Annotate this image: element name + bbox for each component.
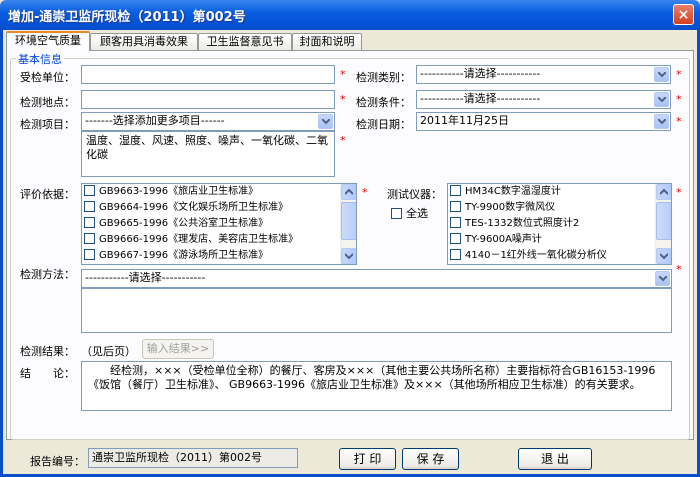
method-select[interactable]: -----------请选择----------- xyxy=(81,269,672,288)
report-no-field: 通崇卫监所现检（2011）第002号 xyxy=(88,448,298,468)
checkbox[interactable] xyxy=(84,200,95,212)
list-item[interactable]: GB9663-1996《旅店业卫生标准》 xyxy=(84,184,258,200)
checkbox[interactable] xyxy=(84,232,95,244)
tab-cover-notes[interactable]: 封面和说明 xyxy=(292,33,362,50)
test-condition-label: 检测条件： xyxy=(356,96,411,109)
tab-utensil-disinfection[interactable]: 顾客用具消毒效果 xyxy=(90,33,198,50)
test-location-input[interactable] xyxy=(81,90,335,109)
list-item[interactable]: TY-9600A噪声计 xyxy=(450,232,542,248)
result-note: （见后页） xyxy=(81,345,136,358)
print-button[interactable]: 打 印 xyxy=(339,448,396,470)
conclusion-textarea[interactable]: 经检测，×××（受检单位全称）的餐厅、客房及×××（其他主要公共场所名称）主要指… xyxy=(81,361,672,411)
select-all-label: 全选 xyxy=(406,207,428,220)
required-mark: * xyxy=(340,68,346,81)
test-condition-value: -----------请选择----------- xyxy=(420,92,541,105)
method-textarea[interactable] xyxy=(81,288,672,333)
checkbox[interactable] xyxy=(84,216,95,228)
inspected-unit-input[interactable] xyxy=(81,65,335,84)
save-button[interactable]: 保 存 xyxy=(402,448,459,470)
scroll-thumb[interactable] xyxy=(656,202,671,240)
group-label: 基本信息 xyxy=(16,51,64,67)
checkbox[interactable] xyxy=(84,184,95,196)
list-item[interactable]: GB9665-1996《公共浴室卫生标准》 xyxy=(84,216,268,232)
tab-air-quality[interactable]: 环境空气质量 xyxy=(6,31,90,51)
checkbox[interactable] xyxy=(450,184,461,196)
exit-button[interactable]: 退 出 xyxy=(518,448,592,470)
chevron-down-icon[interactable] xyxy=(654,114,669,129)
chevron-down-icon[interactable] xyxy=(318,114,333,129)
window-title: 增加-通崇卫监所现检（2011）第002号 xyxy=(8,10,246,25)
criteria-scrollbar[interactable] xyxy=(340,184,356,264)
list-item[interactable]: GB9667-1996《游泳场所卫生标准》 xyxy=(84,248,268,264)
test-condition-select[interactable]: -----------请选择----------- xyxy=(416,90,671,109)
checkbox[interactable] xyxy=(450,200,461,212)
chevron-down-icon[interactable] xyxy=(655,271,670,286)
test-items-select-value: -------选择添加更多项目------ xyxy=(85,114,225,127)
test-category-select[interactable]: -----------请选择----------- xyxy=(416,65,671,84)
required-mark: * xyxy=(362,186,368,199)
test-items-select[interactable]: -------选择添加更多项目------ xyxy=(81,112,335,131)
test-category-value: -----------请选择----------- xyxy=(420,67,541,80)
arrow-up-icon[interactable] xyxy=(656,184,671,200)
chevron-down-icon[interactable] xyxy=(654,67,669,82)
test-items-label: 检测项目： xyxy=(20,118,75,131)
close-button[interactable]: × xyxy=(673,4,694,25)
test-date-picker[interactable]: 2011年11月25日 xyxy=(416,112,671,131)
criteria-label: 评价依据： xyxy=(20,188,75,201)
title-bar: 增加-通崇卫监所现检（2011）第002号 × xyxy=(0,0,700,30)
tab-supervision-opinion[interactable]: 卫生监督意见书 xyxy=(198,33,292,50)
input-result-button[interactable]: 输入结果>> xyxy=(142,339,214,359)
list-item[interactable]: GB9664-1996《文化娱乐场所卫生标准》 xyxy=(84,200,288,216)
test-date-label: 检测日期： xyxy=(356,118,411,131)
required-mark: * xyxy=(676,68,682,81)
list-item[interactable]: HM34C数字温湿度计 xyxy=(450,184,561,200)
scroll-thumb[interactable] xyxy=(341,202,356,240)
checkbox[interactable] xyxy=(391,207,402,219)
chevron-down-icon[interactable] xyxy=(654,92,669,107)
conclusion-label: 结 论： xyxy=(20,367,75,380)
test-date-value: 2011年11月25日 xyxy=(420,114,509,127)
inspected-unit-label: 受检单位： xyxy=(20,71,75,84)
test-location-label: 检测地点： xyxy=(20,96,75,109)
arrow-down-icon[interactable] xyxy=(656,248,671,264)
list-item[interactable]: TY-9900数字微风仪 xyxy=(450,200,555,216)
arrow-up-icon[interactable] xyxy=(341,184,356,200)
checkbox[interactable] xyxy=(450,248,461,260)
checkbox[interactable] xyxy=(84,248,95,260)
criteria-checklist: GB9663-1996《旅店业卫生标准》 GB9664-1996《文化娱乐场所卫… xyxy=(81,183,357,265)
required-mark: * xyxy=(676,115,682,128)
report-no-label: 报告编号： xyxy=(30,455,85,468)
required-mark: * xyxy=(340,134,346,147)
checkbox[interactable] xyxy=(450,232,461,244)
test-items-textarea[interactable]: 温度、湿度、风速、照度、噪声、一氧化碳、二氧化碳 xyxy=(81,131,335,177)
list-item[interactable]: GB9666-1996《理发店、美容店卫生标准》 xyxy=(84,232,298,248)
arrow-down-icon[interactable] xyxy=(341,248,356,264)
list-item[interactable]: 4140－1红外线一氧化碳分析仪 xyxy=(450,248,607,264)
checkbox[interactable] xyxy=(450,216,461,228)
instruments-label: 测试仪器： xyxy=(387,188,442,201)
result-label: 检测结果： xyxy=(20,345,75,358)
method-value: -----------请选择----------- xyxy=(85,271,206,284)
select-all-checkbox[interactable]: 全选 xyxy=(391,205,428,221)
required-mark: * xyxy=(676,93,682,106)
instruments-scrollbar[interactable] xyxy=(655,184,671,264)
test-category-label: 检测类别： xyxy=(356,71,411,84)
required-mark: * xyxy=(340,93,346,106)
method-label: 检测方法： xyxy=(20,268,75,281)
required-mark: * xyxy=(676,263,682,276)
required-mark: * xyxy=(676,186,682,199)
list-item[interactable]: TES-1332数位式照度计2 xyxy=(450,216,579,232)
instruments-checklist: HM34C数字温湿度计 TY-9900数字微风仪 TES-1332数位式照度计2… xyxy=(447,183,672,265)
